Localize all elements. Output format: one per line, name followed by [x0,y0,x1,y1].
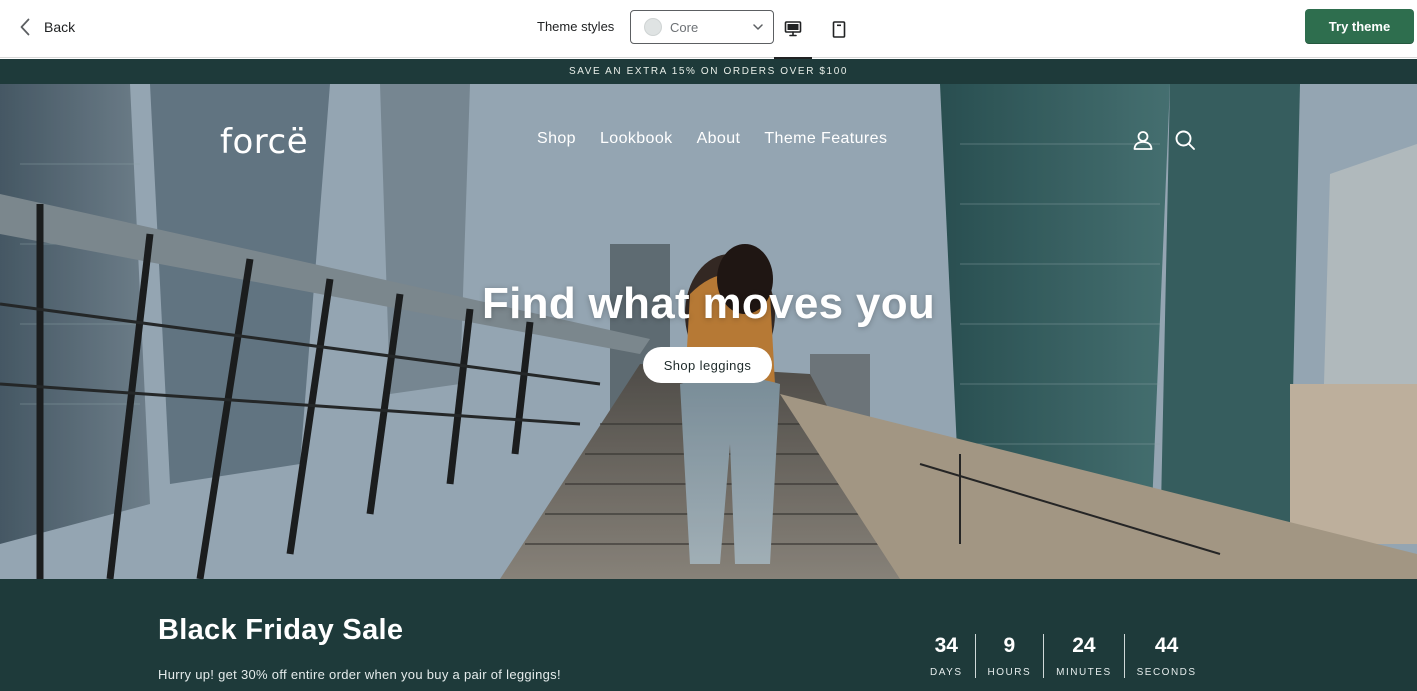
nav-shop[interactable]: Shop [537,130,576,148]
desktop-view-button[interactable] [774,0,812,59]
announcement-bar: SAVE AN EXTRA 15% ON ORDERS OVER $100 [0,59,1417,84]
countdown-value: 34 [934,634,958,657]
countdown-hours: 9 HOURS [974,634,1044,678]
countdown-seconds: 44 SECONDS [1123,634,1209,678]
theme-style-select[interactable]: Core [630,10,774,44]
store-logo[interactable]: forcë [220,122,308,162]
search-icon[interactable] [1174,129,1196,151]
countdown-value: 44 [1154,634,1179,657]
countdown-days: 34 DAYS [918,634,975,678]
back-button[interactable]: Back [20,14,75,40]
hero-overlay [0,84,1417,579]
hero-title: Find what moves you [481,279,936,328]
countdown-label: MINUTES [1056,667,1112,678]
mobile-icon [832,20,846,38]
sale-subtitle: Hurry up! get 30% off entire order when … [158,667,561,682]
nav-lookbook[interactable]: Lookbook [600,130,673,148]
countdown-label: SECONDS [1136,667,1197,678]
countdown-value: 24 [1072,634,1096,657]
hero-section: forcë Shop Lookbook About Theme Features… [0,84,1417,579]
chevron-down-icon [753,24,763,30]
color-swatch [644,18,662,36]
theme-style-value: Core [670,19,699,35]
countdown-value: 9 [1003,634,1016,657]
countdown-timer: 34 DAYS 9 HOURS 24 MINUTES 44 SECONDS [918,634,1209,678]
nav-theme-features[interactable]: Theme Features [764,130,887,148]
countdown-label: HOURS [987,667,1032,678]
mobile-view-button[interactable] [820,0,858,58]
editor-toolbar: Back Theme styles Core Try theme [0,0,1417,59]
theme-styles-label: Theme styles [537,19,615,34]
sale-title: Black Friday Sale [158,614,404,646]
account-icon[interactable] [1132,129,1154,151]
sale-section: Black Friday Sale Hurry up! get 30% off … [0,579,1417,691]
chevron-left-icon [20,18,30,36]
shop-leggings-button[interactable]: Shop leggings [643,347,772,383]
nav-about[interactable]: About [697,130,741,148]
main-nav: Shop Lookbook About Theme Features [537,130,887,148]
countdown-label: DAYS [930,667,963,678]
try-theme-button[interactable]: Try theme [1305,9,1414,44]
back-label: Back [44,19,76,35]
countdown-minutes: 24 MINUTES [1043,634,1124,678]
desktop-icon [784,21,802,37]
